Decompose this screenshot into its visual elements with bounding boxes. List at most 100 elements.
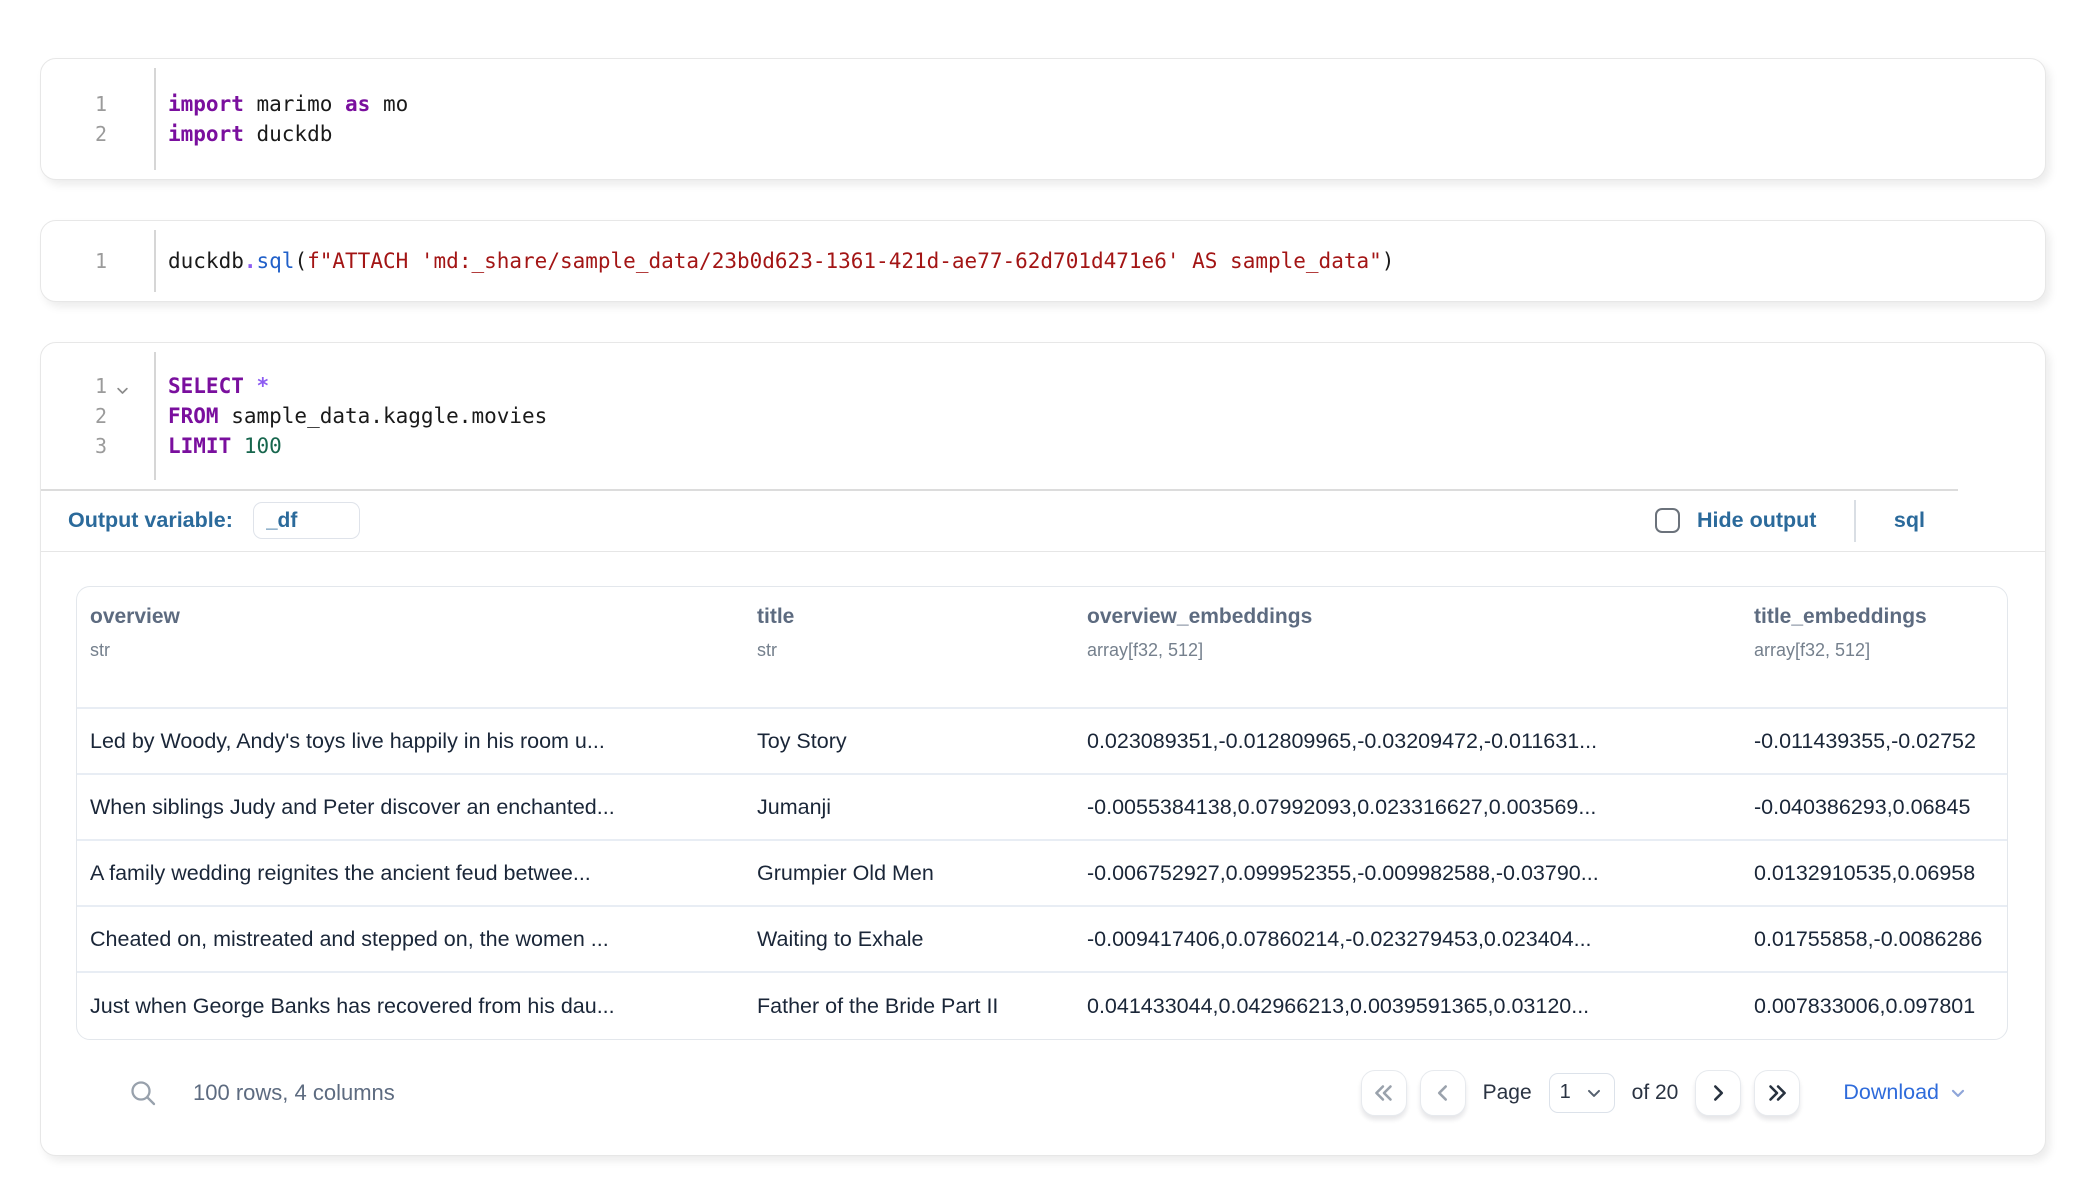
line-number: 2	[41, 401, 107, 431]
column-type: array[f32, 512]	[1754, 637, 2008, 663]
code-text: import marimo as mo	[154, 89, 408, 119]
table-cell: When siblings Judy and Peter discover an…	[77, 795, 744, 820]
page-label: Page	[1483, 1081, 1532, 1105]
gutter-divider	[154, 68, 156, 170]
column-header-title[interactable]: title str	[744, 587, 1074, 707]
code-line[interactable]: 1 import marimo as mo	[41, 89, 2045, 119]
code-text: SELECT *	[154, 371, 269, 401]
table-cell: -0.006752927,0.099952355,-0.009982588,-0…	[1074, 861, 1741, 886]
column-name: title	[757, 603, 1074, 631]
table-cell: Toy Story	[744, 729, 1074, 754]
chevron-down-icon	[1948, 1083, 1968, 1103]
code-line[interactable]: 2 import duckdb	[41, 119, 2045, 149]
table-cell: 0.0132910535,0.06958	[1741, 861, 2008, 886]
fold-chevron-icon[interactable]	[107, 375, 154, 398]
code-editor[interactable]: 1 SELECT * 2 FROM sample_data.kaggle.movies…	[41, 343, 2045, 489]
notebook-page: 1 import marimo as mo 2 import duckdb 1 duck…	[0, 0, 2086, 1156]
code-line[interactable]: 1 duckdb.sql(f"ATTACH 'md:_share/sample_d…	[41, 246, 2045, 276]
code-line[interactable]: 2 FROM sample_data.kaggle.movies	[41, 401, 2045, 431]
table-cell: Cheated on, mistreated and stepped on, t…	[77, 927, 744, 952]
pagination: Page 1 of 20 Download	[1361, 1070, 1968, 1116]
code-line[interactable]: 3 LIMIT 100	[41, 431, 2045, 461]
table-cell: Waiting to Exhale	[744, 927, 1074, 952]
chevron-right-icon	[1705, 1080, 1731, 1106]
download-label: Download	[1843, 1080, 1939, 1105]
table-header-row: overview str title str overview_embeddingsar…	[77, 587, 2007, 709]
table-row: A family wedding reignites the ancient f…	[77, 841, 2007, 907]
chevrons-right-icon	[1764, 1080, 1790, 1106]
search-icon[interactable]	[128, 1078, 158, 1108]
last-page-button[interactable]	[1754, 1070, 1800, 1116]
table-cell: Father of the Bride Part II	[744, 994, 1074, 1019]
column-header-overview[interactable]: overview str	[77, 587, 744, 707]
next-page-button[interactable]	[1695, 1070, 1741, 1116]
output-variable-input[interactable]	[253, 502, 360, 539]
output-variable-group: Output variable:	[68, 502, 360, 539]
table-cell: Grumpier Old Men	[744, 861, 1074, 886]
table-cell: 0.007833006,0.097801	[1741, 994, 2008, 1019]
code-editor[interactable]: 1 duckdb.sql(f"ATTACH 'md:_share/sample_d…	[41, 221, 2045, 301]
code-text: LIMIT 100	[154, 431, 282, 461]
column-name: overview	[90, 603, 744, 631]
table-cell: 0.023089351,-0.012809965,-0.03209472,-0.…	[1074, 729, 1741, 754]
output-options-group: Hide output sql	[1655, 500, 1925, 542]
code-editor[interactable]: 1 import marimo as mo 2 import duckdb	[41, 59, 2045, 179]
table-body: Led by Woody, Andy's toys live happily i…	[77, 709, 2007, 1039]
table-cell: Just when George Banks has recovered fro…	[77, 994, 744, 1019]
table-row: Led by Woody, Andy's toys live happily i…	[77, 709, 2007, 775]
table-cell: 0.041433044,0.042966213,0.0039591365,0.0…	[1074, 994, 1741, 1019]
table-cell: 0.01755858,-0.0086286	[1741, 927, 2008, 952]
code-text: import duckdb	[154, 119, 332, 149]
code-cell-attach: 1 duckdb.sql(f"ATTACH 'md:_share/sample_d…	[40, 220, 2046, 302]
output-variable-bar: Output variable: Hide output sql	[41, 491, 2045, 551]
column-name: overview_embeddings	[1087, 603, 1741, 631]
line-number: 2	[41, 119, 107, 149]
table-cell: -0.040386293,0.06845	[1741, 795, 2008, 820]
column-header-overview_embeddings[interactable]: overview_embeddings array[f32, 512]	[1074, 587, 1741, 707]
table-row: Just when George Banks has recovered fro…	[77, 973, 2007, 1039]
hide-output-label: Hide output	[1697, 508, 1816, 533]
column-type: str	[757, 637, 1074, 663]
table-row: When siblings Judy and Peter discover an…	[77, 775, 2007, 841]
first-page-button[interactable]	[1361, 1070, 1407, 1116]
table-cell: -0.011439355,-0.02752	[1741, 729, 2008, 754]
table-row: Cheated on, mistreated and stepped on, t…	[77, 907, 2007, 973]
gutter-divider	[154, 352, 156, 480]
page-select-value: 1	[1560, 1081, 1571, 1104]
table-footer-left: 100 rows, 4 columns	[128, 1078, 395, 1108]
dataframe-table: overview str title str overview_embeddingsar…	[76, 586, 2008, 1040]
code-text: FROM sample_data.kaggle.movies	[154, 401, 547, 431]
chevron-left-icon	[1430, 1080, 1456, 1106]
column-header-title_embeddings[interactable]: title_embeddings array[f32, 512]	[1741, 587, 2008, 707]
table-cell: -0.0055384138,0.07992093,0.023316627,0.0…	[1074, 795, 1741, 820]
cell-language-label[interactable]: sql	[1894, 508, 1925, 533]
table-cell: -0.009417406,0.07860214,-0.023279453,0.0…	[1074, 927, 1741, 952]
table-cell: Jumanji	[744, 795, 1074, 820]
code-cell-imports: 1 import marimo as mo 2 import duckdb	[40, 58, 2046, 180]
column-name: title_embeddings	[1754, 603, 2008, 631]
gutter-divider	[154, 230, 156, 292]
hide-output-checkbox[interactable]	[1655, 508, 1680, 533]
prev-page-button[interactable]	[1420, 1070, 1466, 1116]
line-number: 3	[41, 431, 107, 461]
download-button[interactable]: Download	[1843, 1080, 1968, 1105]
table-cell: A family wedding reignites the ancient f…	[77, 861, 744, 886]
table-footer: 100 rows, 4 columns Page 1 of 20	[76, 1040, 2015, 1155]
cell-output-area: overview str title str overview_embeddingsar…	[41, 552, 2045, 1155]
code-text: duckdb.sql(f"ATTACH 'md:_share/sample_da…	[154, 246, 1394, 276]
chevrons-left-icon	[1371, 1080, 1397, 1106]
line-number: 1	[41, 371, 107, 401]
table-summary: 100 rows, 4 columns	[193, 1080, 395, 1106]
table-cell: Led by Woody, Andy's toys live happily i…	[77, 729, 744, 754]
line-number: 1	[41, 89, 107, 119]
vertical-divider	[1854, 500, 1856, 542]
page-count-label: of 20	[1632, 1081, 1679, 1105]
column-type: array[f32, 512]	[1087, 637, 1741, 663]
sql-cell: 1 SELECT * 2 FROM sample_data.kaggle.movies…	[40, 342, 2046, 1156]
page-select[interactable]: 1	[1549, 1073, 1615, 1113]
line-number: 1	[41, 246, 107, 276]
column-type: str	[90, 637, 744, 663]
code-line[interactable]: 1 SELECT *	[41, 371, 2045, 401]
output-variable-label: Output variable:	[68, 508, 233, 533]
chevron-down-icon	[1584, 1083, 1604, 1103]
